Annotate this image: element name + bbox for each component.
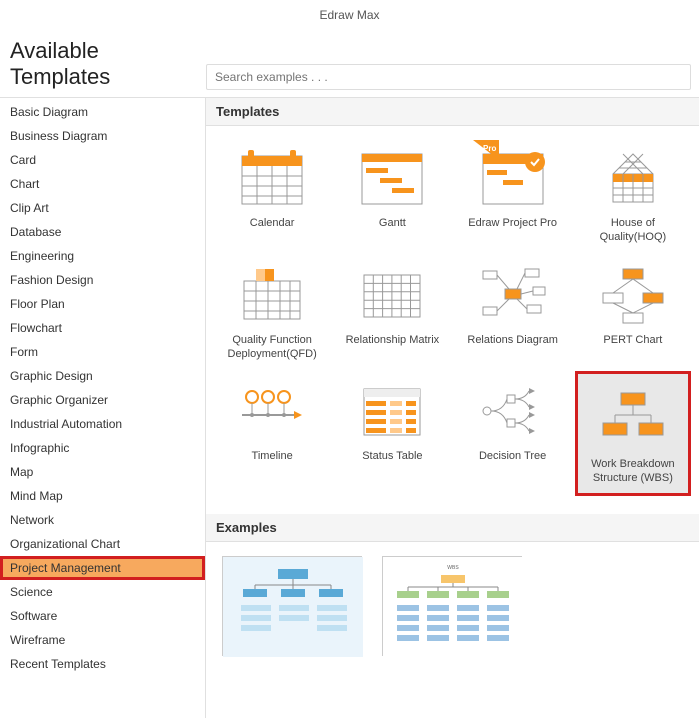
sidebar-item-software[interactable]: Software <box>0 604 205 628</box>
examples-grid: WBS <box>206 542 699 670</box>
sidebar-item-basic-diagram[interactable]: Basic Diagram <box>0 100 205 124</box>
template-calendar[interactable]: Calendar <box>216 140 328 245</box>
template-label: Status Table <box>336 449 448 463</box>
sidebar-item-organizational-chart[interactable]: Organizational Chart <box>0 532 205 556</box>
template-wbs[interactable]: Work Breakdown Structure (WBS) <box>577 373 689 494</box>
template-decision-tree[interactable]: Decision Tree <box>457 373 569 494</box>
status-table-icon <box>352 373 432 443</box>
header-row: Available Templates <box>0 30 699 97</box>
examples-header: Examples <box>206 514 699 542</box>
page-title: Available Templates <box>0 30 206 96</box>
template-label: PERT Chart <box>577 333 689 347</box>
example-thumb-0[interactable] <box>222 556 362 656</box>
template-project-pro[interactable]: Pro Edraw Project Pro <box>457 140 569 245</box>
decision-tree-icon <box>473 373 553 443</box>
template-gantt[interactable]: Gantt <box>336 140 448 245</box>
svg-text:Pro: Pro <box>483 144 496 153</box>
sidebar: Basic DiagramBusiness DiagramCardChartCl… <box>0 97 206 718</box>
template-label: House of Quality(HOQ) <box>577 216 689 245</box>
hoq-icon <box>593 140 673 210</box>
template-matrix[interactable]: Relationship Matrix <box>336 257 448 362</box>
template-label: Edraw Project Pro <box>457 216 569 230</box>
sidebar-item-form[interactable]: Form <box>0 340 205 364</box>
sidebar-item-database[interactable]: Database <box>0 220 205 244</box>
template-label: Relations Diagram <box>457 333 569 347</box>
template-label: Calendar <box>216 216 328 230</box>
search-input[interactable] <box>206 64 691 90</box>
templates-header: Templates <box>206 98 699 126</box>
main-area: Basic DiagramBusiness DiagramCardChartCl… <box>0 97 699 718</box>
sidebar-item-flowchart[interactable]: Flowchart <box>0 316 205 340</box>
template-label: Timeline <box>216 449 328 463</box>
sidebar-item-recent-templates[interactable]: Recent Templates <box>0 652 205 676</box>
template-qfd[interactable]: Quality Function Deployment(QFD) <box>216 257 328 362</box>
example-thumb-1[interactable]: WBS <box>382 556 522 656</box>
sidebar-item-science[interactable]: Science <box>0 580 205 604</box>
wbs-icon <box>593 381 673 451</box>
sidebar-item-chart[interactable]: Chart <box>0 172 205 196</box>
timeline-icon <box>232 373 312 443</box>
sidebar-item-engineering[interactable]: Engineering <box>0 244 205 268</box>
pert-icon <box>593 257 673 327</box>
template-status-table[interactable]: Status Table <box>336 373 448 494</box>
svg-text:WBS: WBS <box>447 565 459 571</box>
app-title: Edraw Max <box>0 0 699 30</box>
sidebar-item-map[interactable]: Map <box>0 460 205 484</box>
sidebar-item-wireframe[interactable]: Wireframe <box>0 628 205 652</box>
sidebar-item-graphic-design[interactable]: Graphic Design <box>0 364 205 388</box>
template-timeline[interactable]: Timeline <box>216 373 328 494</box>
sidebar-item-floor-plan[interactable]: Floor Plan <box>0 292 205 316</box>
sidebar-item-fashion-design[interactable]: Fashion Design <box>0 268 205 292</box>
template-relations[interactable]: Relations Diagram <box>457 257 569 362</box>
sidebar-item-mind-map[interactable]: Mind Map <box>0 484 205 508</box>
template-label: Quality Function Deployment(QFD) <box>216 333 328 362</box>
sidebar-item-card[interactable]: Card <box>0 148 205 172</box>
sidebar-item-infographic[interactable]: Infographic <box>0 436 205 460</box>
content-area: Templates Calendar Gantt Pro Edraw Project … <box>206 97 699 718</box>
sidebar-item-industrial-automation[interactable]: Industrial Automation <box>0 412 205 436</box>
gantt-icon <box>352 140 432 210</box>
sidebar-item-graphic-organizer[interactable]: Graphic Organizer <box>0 388 205 412</box>
template-pert[interactable]: PERT Chart <box>577 257 689 362</box>
template-label: Work Breakdown Structure (WBS) <box>581 457 685 486</box>
relations-icon <box>473 257 553 327</box>
sidebar-item-business-diagram[interactable]: Business Diagram <box>0 124 205 148</box>
matrix-icon <box>352 257 432 327</box>
project-pro-icon: Pro <box>473 140 553 210</box>
template-label: Gantt <box>336 216 448 230</box>
templates-grid: Calendar Gantt Pro Edraw Project Pro House o… <box>206 126 699 514</box>
sidebar-item-project-management[interactable]: Project Management <box>0 556 205 580</box>
calendar-icon <box>232 140 312 210</box>
sidebar-item-clip-art[interactable]: Clip Art <box>0 196 205 220</box>
sidebar-item-network[interactable]: Network <box>0 508 205 532</box>
template-label: Relationship Matrix <box>336 333 448 347</box>
template-hoq[interactable]: House of Quality(HOQ) <box>577 140 689 245</box>
qfd-icon <box>232 257 312 327</box>
template-label: Decision Tree <box>457 449 569 463</box>
